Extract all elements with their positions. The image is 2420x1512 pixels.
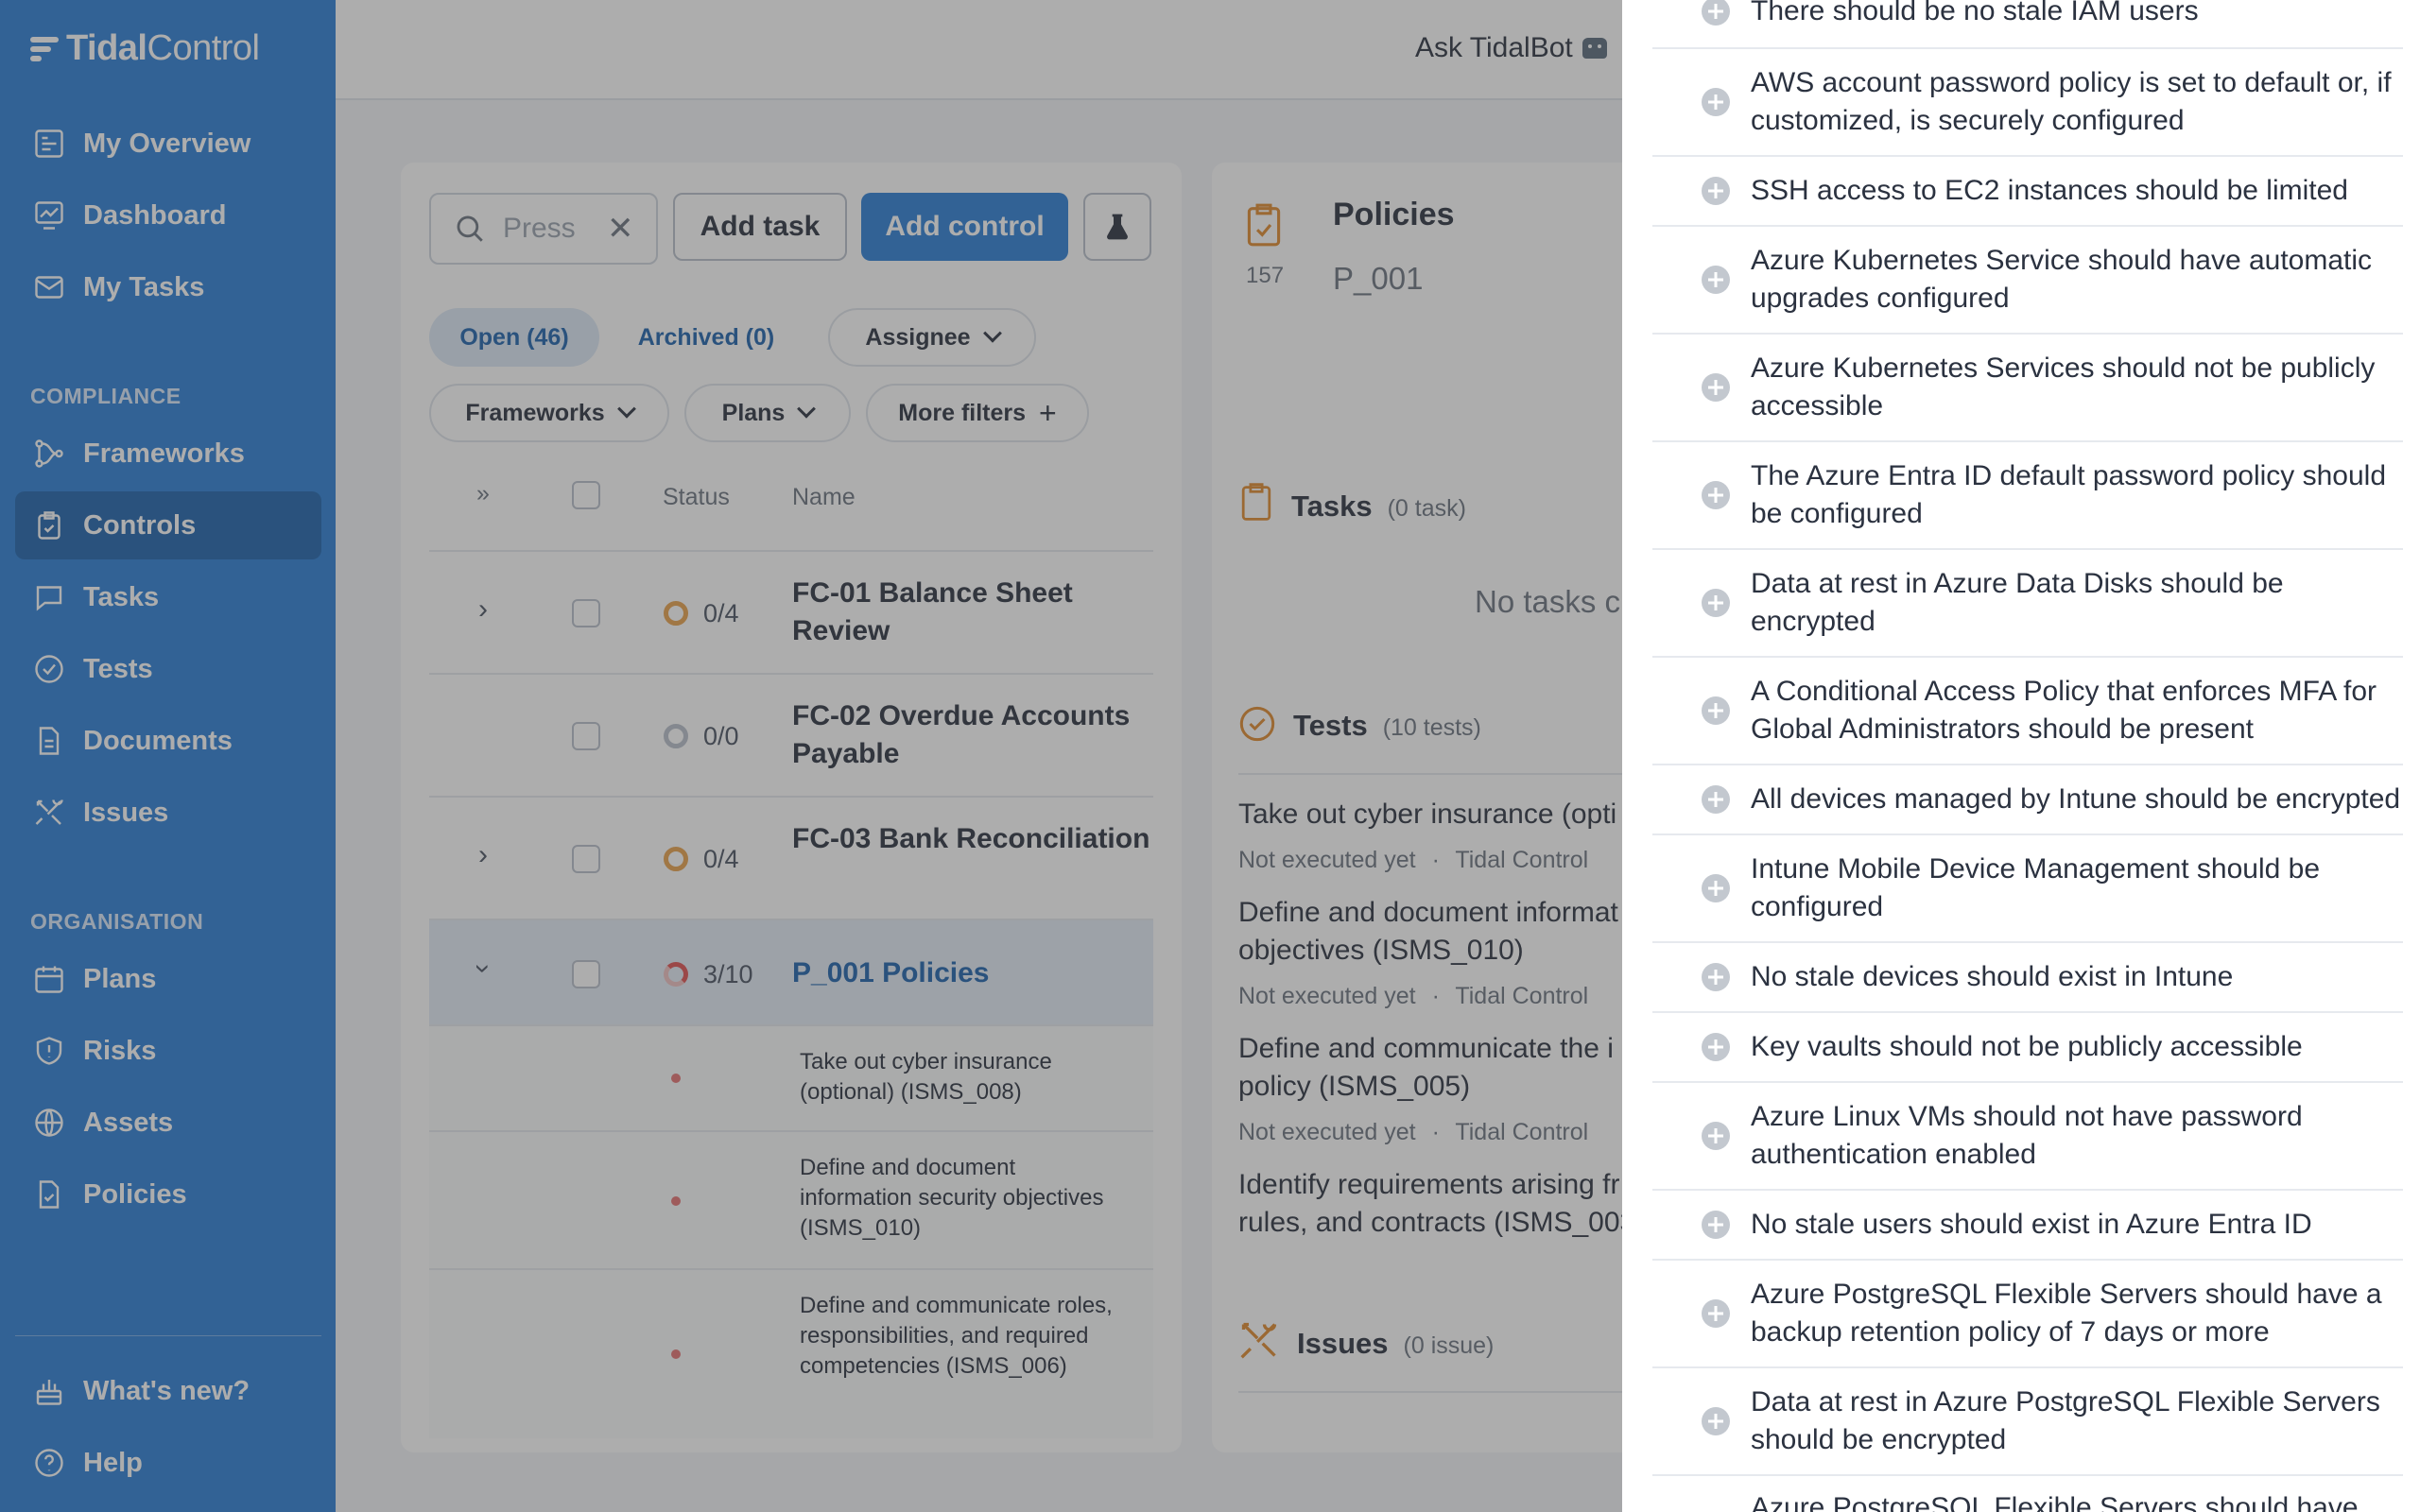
test-option-label: Azure Kubernetes Service should have aut…	[1751, 245, 2373, 314]
add-plus-icon[interactable]	[1702, 481, 1730, 509]
drawer-list-item[interactable]: Data at rest in Azure PostgreSQL Flexibl…	[1652, 1368, 2403, 1476]
test-option-label: Azure PostgreSQL Flexible Servers should…	[1751, 1279, 2382, 1348]
add-plus-icon[interactable]	[1702, 1122, 1730, 1150]
test-option-label: No stale devices should exist in Intune	[1751, 961, 2234, 992]
drawer-list-item[interactable]: Azure Linux VMs should not have password…	[1652, 1083, 2403, 1191]
add-plus-icon[interactable]	[1702, 696, 1730, 725]
add-plus-icon[interactable]	[1702, 785, 1730, 814]
add-plus-icon[interactable]	[1702, 373, 1730, 402]
test-option-label: Data at rest in Azure Data Disks should …	[1751, 568, 2284, 637]
add-plus-icon[interactable]	[1702, 88, 1730, 116]
test-option-label: Azure Kubernetes Services should not be …	[1751, 352, 2376, 421]
drawer-list-item[interactable]: Azure Kubernetes Services should not be …	[1652, 335, 2403, 442]
drawer-list-item[interactable]: Data at rest in Azure Data Disks should …	[1652, 550, 2403, 658]
drawer-list-item[interactable]: SSH access to EC2 instances should be li…	[1652, 157, 2403, 227]
add-plus-icon[interactable]	[1702, 963, 1730, 991]
test-option-label: Data at rest in Azure PostgreSQL Flexibl…	[1751, 1386, 2380, 1455]
test-option-label: There should be no stale IAM users	[1751, 0, 2199, 26]
add-plus-icon[interactable]	[1702, 874, 1730, 902]
add-plus-icon[interactable]	[1702, 0, 1730, 26]
add-tests-drawer: There should be no stale IAM users AWS a…	[1622, 0, 2420, 1512]
drawer-list-item[interactable]: All devices managed by Intune should be …	[1652, 765, 2403, 835]
test-option-label: Azure Linux VMs should not have password…	[1751, 1101, 2303, 1170]
modal-backdrop[interactable]	[0, 0, 1622, 1512]
add-plus-icon[interactable]	[1702, 589, 1730, 617]
drawer-list-item[interactable]: No stale users should exist in Azure Ent…	[1652, 1191, 2403, 1261]
test-option-label: Key vaults should not be publicly access…	[1751, 1031, 2303, 1062]
test-option-label: SSH access to EC2 instances should be li…	[1751, 175, 2348, 206]
drawer-list-item[interactable]: Key vaults should not be publicly access…	[1652, 1013, 2403, 1083]
add-plus-icon[interactable]	[1702, 1211, 1730, 1239]
test-option-label: All devices managed by Intune should be …	[1751, 783, 2401, 815]
add-plus-icon[interactable]	[1702, 1033, 1730, 1061]
add-plus-icon[interactable]	[1702, 266, 1730, 294]
drawer-list-item[interactable]: A Conditional Access Policy that enforce…	[1652, 658, 2403, 765]
drawer-list-item[interactable]: The Azure Entra ID default password poli…	[1652, 442, 2403, 550]
add-plus-icon[interactable]	[1702, 1407, 1730, 1435]
test-option-label: Azure PostgreSQL Flexible Servers should…	[1751, 1492, 2359, 1512]
test-option-label: The Azure Entra ID default password poli…	[1751, 460, 2387, 529]
add-plus-icon[interactable]	[1702, 1299, 1730, 1328]
drawer-list-item[interactable]: AWS account password policy is set to de…	[1652, 49, 2403, 157]
test-option-label: Intune Mobile Device Management should b…	[1751, 853, 2321, 922]
drawer-list-item[interactable]: There should be no stale IAM users	[1652, 0, 2403, 49]
test-option-label: No stale users should exist in Azure Ent…	[1751, 1209, 2312, 1240]
drawer-list-item[interactable]: Intune Mobile Device Management should b…	[1652, 835, 2403, 943]
test-option-label: AWS account password policy is set to de…	[1751, 67, 2392, 136]
add-plus-icon[interactable]	[1702, 177, 1730, 205]
drawer-list-item[interactable]: Azure Kubernetes Service should have aut…	[1652, 227, 2403, 335]
drawer-list-item[interactable]: No stale devices should exist in Intune	[1652, 943, 2403, 1013]
drawer-list-item[interactable]: Azure PostgreSQL Flexible Servers should…	[1652, 1476, 2403, 1512]
test-option-label: A Conditional Access Policy that enforce…	[1751, 676, 2377, 745]
drawer-list-item[interactable]: Azure PostgreSQL Flexible Servers should…	[1652, 1261, 2403, 1368]
